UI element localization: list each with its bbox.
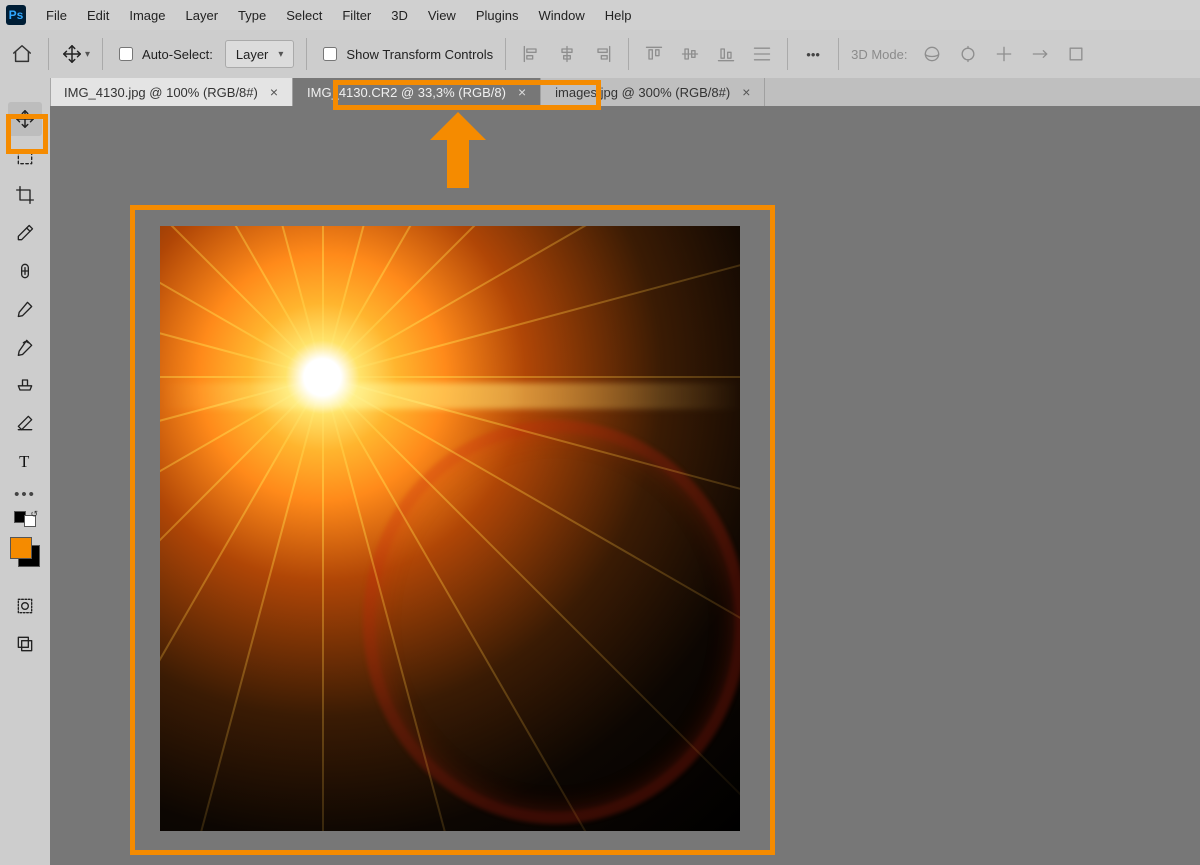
- align-group: [518, 41, 616, 67]
- screen-mode-tool[interactable]: [8, 627, 42, 661]
- annotation-active-tab: [333, 80, 601, 110]
- crop-tool[interactable]: [8, 178, 42, 212]
- options-bar: ▾ Auto-Select: Layer ▾ Show Transform Co…: [0, 30, 1200, 79]
- menu-view[interactable]: View: [418, 0, 466, 30]
- separator: [306, 38, 307, 70]
- svg-text:T: T: [19, 452, 29, 471]
- 3d-slide-icon[interactable]: [1027, 41, 1053, 67]
- chevron-down-icon: ▾: [85, 49, 90, 60]
- 3d-mode-group: [919, 41, 1089, 67]
- close-icon[interactable]: ×: [270, 84, 278, 100]
- separator: [838, 38, 839, 70]
- close-icon[interactable]: ×: [742, 84, 750, 100]
- align-hcenter-button[interactable]: [554, 41, 580, 67]
- menu-window[interactable]: Window: [528, 0, 594, 30]
- align-left-button[interactable]: [518, 41, 544, 67]
- align-v-group: [641, 41, 775, 67]
- quick-mask-tool[interactable]: [8, 589, 42, 623]
- menu-plugins[interactable]: Plugins: [466, 0, 529, 30]
- toolbox: T ••• ↺: [0, 78, 51, 865]
- auto-select-label: Auto-Select:: [142, 47, 213, 62]
- chevron-down-icon: ▾: [278, 49, 283, 60]
- menu-select[interactable]: Select: [276, 0, 332, 30]
- default-colors-button[interactable]: ↺: [14, 511, 36, 527]
- menu-help[interactable]: Help: [595, 0, 642, 30]
- more-tools-icon[interactable]: •••: [14, 486, 36, 503]
- 3d-mode-label: 3D Mode:: [851, 47, 907, 62]
- align-vcenter-button[interactable]: [677, 41, 703, 67]
- clone-stamp-tool[interactable]: [8, 368, 42, 402]
- separator: [102, 38, 103, 70]
- menu-type[interactable]: Type: [228, 0, 276, 30]
- 3d-pan-icon[interactable]: [991, 41, 1017, 67]
- brush-tool[interactable]: [8, 292, 42, 326]
- layer-target-value: Layer: [236, 47, 269, 62]
- auto-select-checkbox[interactable]: Auto-Select:: [115, 44, 213, 64]
- healing-brush-tool[interactable]: [8, 254, 42, 288]
- menu-edit[interactable]: Edit: [77, 0, 119, 30]
- menu-image[interactable]: Image: [119, 0, 175, 30]
- 3d-roll-icon[interactable]: [955, 41, 981, 67]
- menu-filter[interactable]: Filter: [332, 0, 381, 30]
- distribute-button[interactable]: [749, 41, 775, 67]
- menu-file[interactable]: File: [36, 0, 77, 30]
- align-right-button[interactable]: [590, 41, 616, 67]
- separator: [787, 38, 788, 70]
- type-tool[interactable]: T: [8, 444, 42, 478]
- separator: [628, 38, 629, 70]
- document-tab-1[interactable]: IMG_4130.jpg @ 100% (RGB/8#) ×: [50, 78, 293, 106]
- align-bottom-button[interactable]: [713, 41, 739, 67]
- eraser-tool[interactable]: [8, 406, 42, 440]
- move-tool-indicator[interactable]: ▾: [61, 43, 90, 65]
- annotation-move-tool: [6, 114, 48, 154]
- menu-3d[interactable]: 3D: [381, 0, 418, 30]
- menu-layer[interactable]: Layer: [176, 0, 229, 30]
- align-top-button[interactable]: [641, 41, 667, 67]
- show-transform-checkbox[interactable]: Show Transform Controls: [319, 44, 493, 64]
- tab-label: IMG_4130.jpg @ 100% (RGB/8#): [64, 85, 258, 100]
- separator: [48, 38, 49, 70]
- document-tab-strip: IMG_4130.jpg @ 100% (RGB/8#) × IMG_4130.…: [50, 78, 1200, 106]
- annotation-arrow: [430, 112, 486, 188]
- annotation-canvas: [130, 205, 775, 855]
- more-options-button[interactable]: •••: [800, 41, 826, 67]
- layer-target-dropdown[interactable]: Layer ▾: [225, 40, 295, 68]
- app-logo: Ps: [6, 5, 26, 25]
- foreground-color-swatch[interactable]: [10, 537, 32, 559]
- history-brush-tool[interactable]: [8, 330, 42, 364]
- separator: [505, 38, 506, 70]
- home-button[interactable]: [8, 40, 36, 68]
- 3d-scale-icon[interactable]: [1063, 41, 1089, 67]
- eyedropper-tool[interactable]: [8, 216, 42, 250]
- menu-bar: Ps File Edit Image Layer Type Select Fil…: [0, 0, 1200, 31]
- show-transform-label: Show Transform Controls: [346, 47, 493, 62]
- 3d-orbit-icon[interactable]: [919, 41, 945, 67]
- color-swatches[interactable]: [8, 535, 42, 569]
